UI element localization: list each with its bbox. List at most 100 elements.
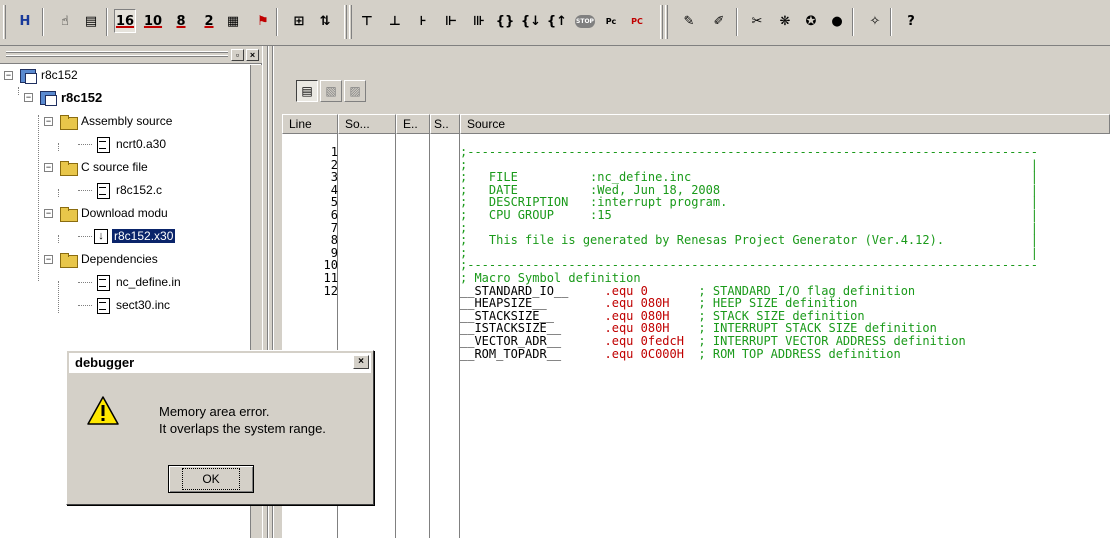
toolbar-grip[interactable] <box>660 5 663 39</box>
stop-button[interactable]: STOP <box>574 9 596 33</box>
hew-icon[interactable]: H <box>14 9 36 33</box>
tree-line <box>58 189 59 197</box>
toolbar-grip[interactable] <box>349 5 352 39</box>
project-icon <box>39 89 57 106</box>
line-number: 3 <box>330 170 338 185</box>
column-header-event[interactable]: E.. <box>396 114 430 134</box>
register-window-icon[interactable]: ▦ <box>222 9 244 33</box>
titlebar-grip <box>6 51 228 53</box>
step-in-icon[interactable]: {} <box>494 9 516 33</box>
collapse-icon[interactable]: − <box>44 116 53 126</box>
source-editor-window: ▤ ▧ ▨ Line So... E.. S.. Source 12345678… <box>278 62 1110 538</box>
toolbar-grip[interactable] <box>665 5 668 39</box>
flag-icon[interactable]: ⚑ <box>252 9 274 33</box>
folder-icon <box>59 113 78 130</box>
source-text: ;---------------------------------------… <box>460 146 1038 360</box>
workspace-restore-button[interactable]: ▫ <box>231 49 244 61</box>
radix-dec-button[interactable]: 10 <box>142 9 164 33</box>
ok-button-label: OK <box>182 468 240 490</box>
collapse-icon[interactable]: − <box>4 70 13 80</box>
tree-item-file-selected[interactable]: ↓ r8c152.x30 <box>78 226 176 246</box>
set-pc-icon[interactable]: Pc <box>600 9 622 33</box>
tree-item-label: r8c152 <box>41 68 78 82</box>
comment: ; ROM TOP ADDRESS definition <box>698 346 901 361</box>
radix-bin-button[interactable]: 2 <box>198 9 220 33</box>
status-gutter <box>430 134 460 538</box>
collapse-icon[interactable]: − <box>44 162 53 172</box>
memory-icon[interactable]: ▤ <box>80 9 102 33</box>
collapse-icon[interactable]: − <box>24 92 33 102</box>
show-pc-icon[interactable]: PC <box>626 9 648 33</box>
workspace-close-button[interactable]: × <box>246 49 259 61</box>
dialog-titlebar[interactable]: debugger <box>69 353 371 373</box>
disassembly-mode-button[interactable]: ▧ <box>320 80 342 102</box>
grid-icon[interactable]: ⊞ <box>288 9 310 33</box>
tree-item-label: r8c152.x30 <box>112 229 176 243</box>
tree-item-label: r8c152 <box>61 89 103 105</box>
toolbar-separator <box>890 8 892 36</box>
step-icon[interactable]: ⊪ <box>468 9 490 33</box>
file-icon <box>94 274 112 291</box>
mixed-mode-button[interactable]: ▨ <box>344 80 366 102</box>
source-mode-button[interactable]: ▤ <box>296 80 318 102</box>
help-icon[interactable]: ? <box>900 9 922 33</box>
tree-item-label: ncrt0.a30 <box>116 137 167 151</box>
macro-symbol: __ROM_TOPADR__ <box>460 346 605 361</box>
dialog-message-line: It overlaps the system range. <box>159 421 326 436</box>
step-over-icon[interactable]: {↓ <box>520 9 542 33</box>
dialog-title: debugger <box>75 355 135 370</box>
tree-item-file[interactable]: nc_define.in <box>78 272 181 292</box>
line-number: 1 <box>330 145 338 159</box>
wand-icon[interactable]: ✧ <box>864 9 886 33</box>
line-number: 2 <box>330 157 338 172</box>
go-to-cursor-icon[interactable]: ⊦ <box>412 9 434 33</box>
tree-item-project[interactable]: − r8c152 <box>24 87 102 107</box>
line-numbers: 1 2 3 4 5 6 7 8 9 10 11 12 <box>282 146 338 297</box>
record-icon[interactable]: ● <box>826 9 848 33</box>
breakpoint-tool-icon[interactable]: ✎ <box>678 9 700 33</box>
tree-item-folder[interactable]: − C source file <box>44 157 148 177</box>
radix-oct-button[interactable]: 8 <box>170 9 192 33</box>
line-number: 4 <box>330 182 338 197</box>
tree-item-file[interactable]: ncrt0.a30 <box>78 134 166 154</box>
tree-item-file[interactable]: sect30.inc <box>78 295 170 315</box>
arrows-icon[interactable]: ⇅ <box>314 9 336 33</box>
dialog-message-line: Memory area error. <box>159 404 270 419</box>
collapse-icon[interactable]: − <box>44 254 53 264</box>
source-line: ; This file is generated by Renesas Proj… <box>460 233 1038 248</box>
run-icon[interactable]: ⊩ <box>440 9 462 33</box>
source-line: ; FILE :nc_define.inc | <box>460 170 1038 185</box>
radix-hex-button[interactable]: 16 <box>114 9 136 33</box>
source-line: __ROM_TOPADR__ .equ 0C000H ; ROM TOP ADD… <box>460 346 1038 361</box>
column-header-status[interactable]: S.. <box>430 114 460 134</box>
tree-item-folder[interactable]: − Dependencies <box>44 249 158 269</box>
tree-item-folder[interactable]: − Download modu <box>44 203 168 223</box>
step-out-icon[interactable]: {↑ <box>546 9 568 33</box>
tree-item-folder[interactable]: − Assembly source <box>44 111 172 131</box>
tree-item-root[interactable]: − r8c152 <box>4 65 78 85</box>
toolbar-grip[interactable] <box>344 5 347 39</box>
hand-icon[interactable]: ☝ <box>54 9 76 33</box>
source-code-area[interactable]: 1 2 3 4 5 6 7 8 9 10 11 12 ;-----------------------… <box>282 134 1110 538</box>
column-header-line[interactable]: Line <box>282 114 338 134</box>
workspace-titlebar[interactable]: ▫ × <box>0 46 262 64</box>
trace-icon[interactable]: ✂ <box>746 9 768 33</box>
ok-button[interactable]: OK <box>168 465 254 493</box>
toolbar-grip[interactable] <box>3 5 6 39</box>
titlebar-grip <box>6 55 228 57</box>
go-icon[interactable]: ⊤ <box>356 9 378 33</box>
eraser-icon[interactable]: ✐ <box>708 9 730 33</box>
probe-icon[interactable]: ✪ <box>800 9 822 33</box>
tree-line <box>78 304 92 306</box>
dialog-message: Memory area error. It overlaps the syste… <box>159 403 326 437</box>
source-line: ;---------------------------------------… <box>460 145 1038 159</box>
collapse-icon[interactable]: − <box>44 208 53 218</box>
column-header-source-address[interactable]: So... <box>338 114 396 134</box>
editor-toolbar: ▤ ▧ ▨ <box>282 70 402 106</box>
workspace-icon <box>19 67 37 84</box>
tree-item-file[interactable]: r8c152.c <box>78 180 162 200</box>
dialog-close-button[interactable]: × <box>353 355 369 369</box>
column-header-source[interactable]: Source <box>460 114 1110 134</box>
reset-go-icon[interactable]: ⊥ <box>384 9 406 33</box>
coverage-icon[interactable]: ❋ <box>774 9 796 33</box>
